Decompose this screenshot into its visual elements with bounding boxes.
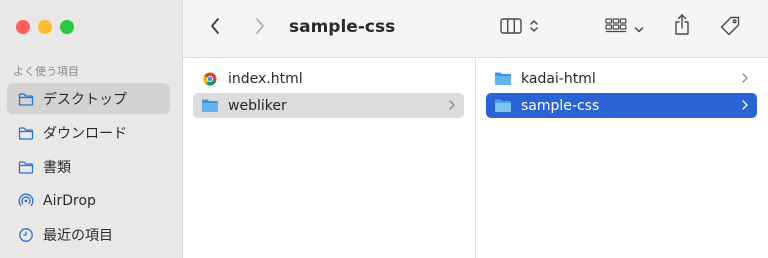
list-item-label: webliker	[228, 97, 287, 114]
clock-icon	[18, 227, 34, 243]
column-view-icon	[499, 16, 523, 40]
sidebar-item-label: ダウンロード	[43, 125, 127, 142]
sidebar: よく使う項目 デスクトップ ダウンロード 書類 AirDrop 最近の項目	[0, 0, 183, 258]
chevron-right-icon	[254, 16, 266, 40]
folder-icon	[18, 159, 34, 175]
sidebar-item-airdrop[interactable]: AirDrop	[7, 185, 170, 216]
tag-icon	[719, 15, 741, 41]
minimize-window-button[interactable]	[38, 20, 52, 34]
list-item[interactable]: kadai-html	[486, 66, 757, 91]
sidebar-item-recents[interactable]: 最近の項目	[7, 219, 170, 250]
back-button[interactable]	[205, 16, 225, 40]
airdrop-icon	[18, 193, 34, 209]
chevron-right-icon	[448, 99, 456, 115]
forward-button[interactable]	[250, 16, 270, 40]
sidebar-item-desktop[interactable]: デスクトップ	[7, 83, 170, 114]
tag-button[interactable]	[717, 15, 743, 41]
view-mode-button[interactable]	[491, 15, 547, 41]
browser-column-2: kadai-html sample-css	[476, 58, 768, 258]
sidebar-item-label: 書類	[43, 159, 71, 176]
sidebar-item-label: AirDrop	[43, 192, 96, 209]
folder-icon	[18, 125, 34, 141]
zoom-window-button[interactable]	[60, 20, 74, 34]
toolbar: sample-css	[183, 0, 768, 58]
folder-icon	[494, 98, 512, 114]
list-item-label: kadai-html	[521, 70, 596, 87]
window-controls	[16, 20, 74, 34]
sidebar-item-downloads[interactable]: ダウンロード	[7, 117, 170, 148]
browser-column-1: index.html webliker	[183, 58, 476, 258]
folder-icon	[494, 71, 512, 87]
sidebar-item-label: 最近の項目	[43, 227, 113, 244]
sidebar-item-documents[interactable]: 書類	[7, 151, 170, 182]
list-item[interactable]: sample-css	[486, 93, 757, 118]
favorites-section-title: よく使う項目	[13, 65, 79, 78]
folder-icon	[201, 98, 219, 114]
group-button[interactable]	[599, 15, 649, 41]
window-title: sample-css	[289, 17, 396, 37]
share-button[interactable]	[670, 13, 694, 41]
share-icon	[672, 13, 692, 41]
folder-icon	[18, 91, 34, 107]
list-item[interactable]: webliker	[193, 93, 464, 118]
list-item[interactable]: index.html	[193, 66, 464, 91]
grid-icon	[604, 16, 628, 40]
chevron-updown-icon	[529, 18, 539, 38]
finder-window: よく使う項目 デスクトップ ダウンロード 書類 AirDrop 最近の項目 sa…	[0, 0, 768, 258]
chrome-html-file-icon	[201, 71, 219, 87]
close-window-button[interactable]	[16, 20, 30, 34]
list-item-label: sample-css	[521, 97, 600, 114]
chevron-right-icon	[741, 99, 749, 115]
chevron-down-icon	[634, 19, 644, 38]
chevron-right-icon	[741, 72, 749, 88]
chevron-left-icon	[209, 16, 221, 40]
sidebar-item-label: デスクトップ	[43, 91, 127, 108]
list-item-label: index.html	[228, 70, 303, 87]
